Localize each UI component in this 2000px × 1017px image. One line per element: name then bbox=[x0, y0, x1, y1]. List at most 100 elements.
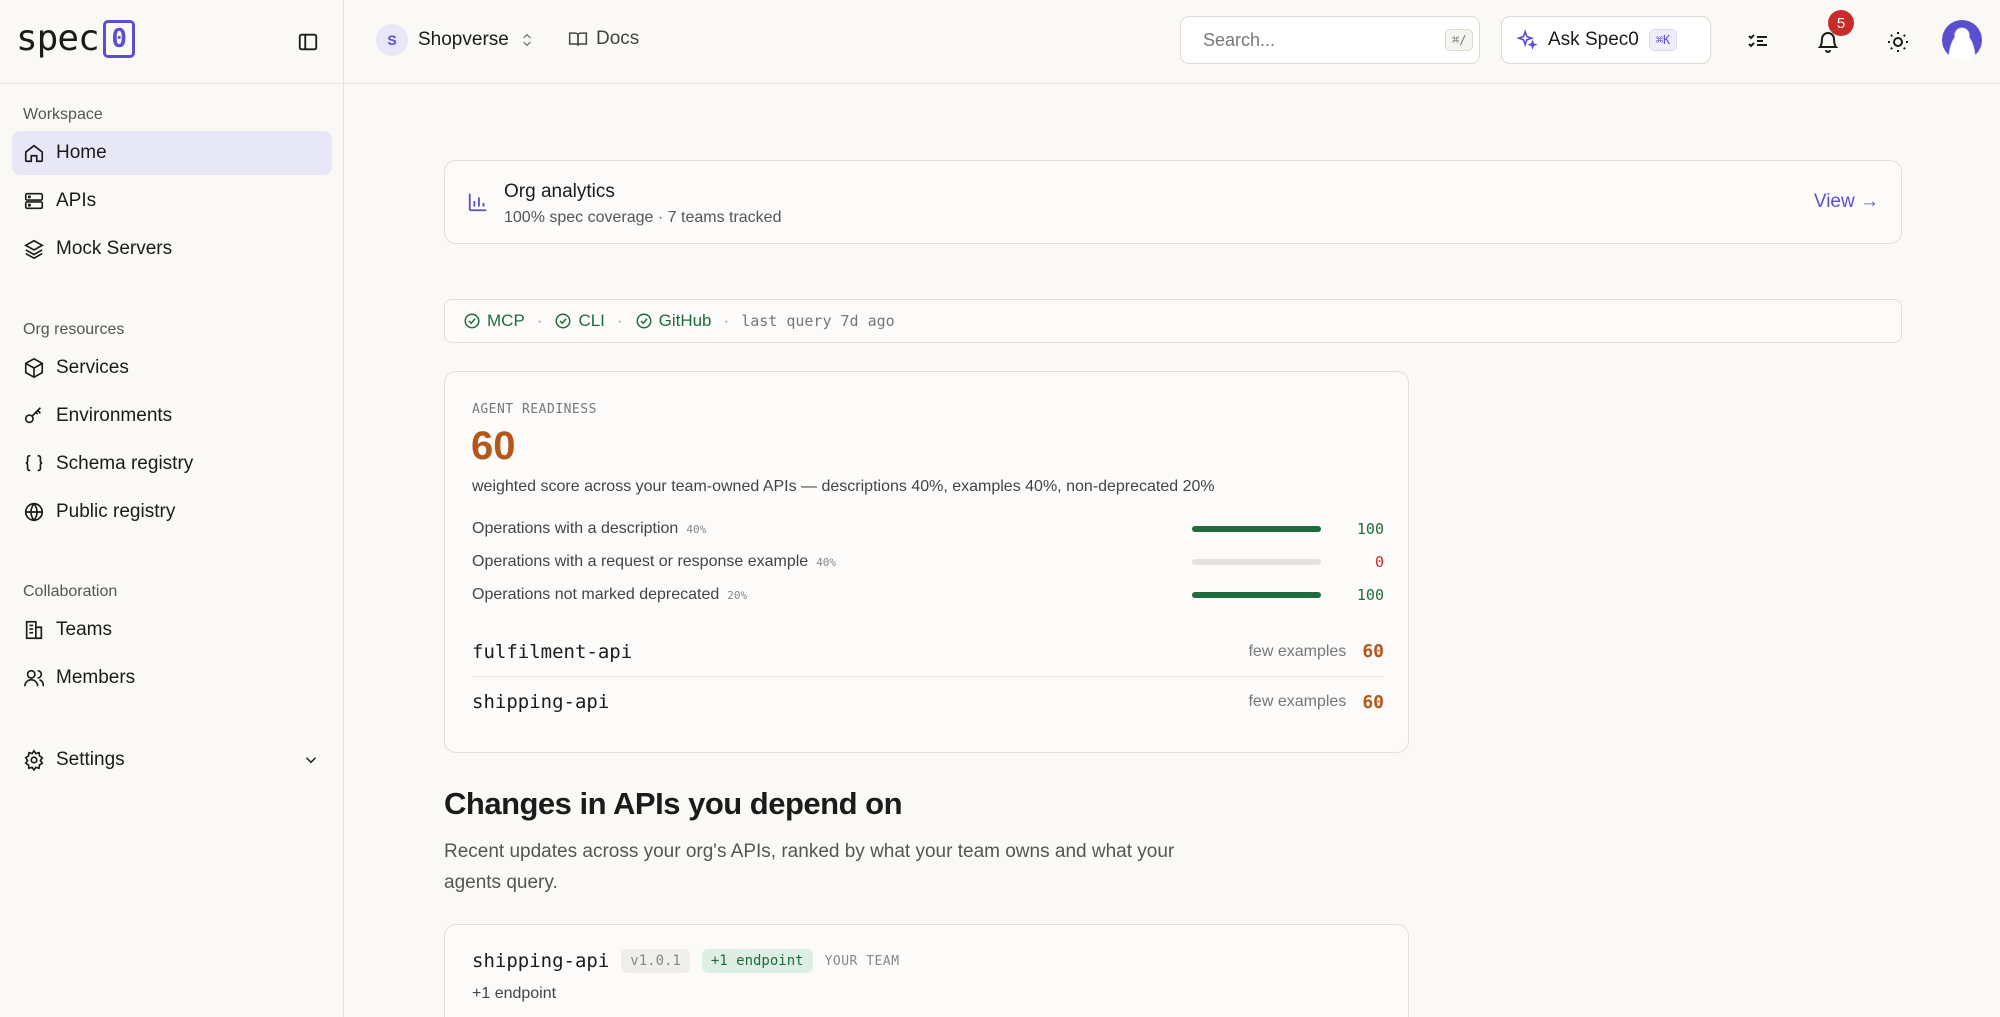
sidebar-item-apis[interactable]: APIs bbox=[12, 179, 332, 223]
collaboration-section: Collaboration Teams Members bbox=[12, 580, 332, 700]
metric-weight: 20% bbox=[727, 588, 748, 602]
api-note: few examples bbox=[1248, 642, 1347, 660]
ask-spec0-button[interactable]: Ask Spec0 ⌘K bbox=[1501, 16, 1711, 64]
separator-dot: · bbox=[616, 311, 623, 330]
metric-label: Operations not marked deprecated bbox=[472, 586, 720, 603]
metric-progress-bar bbox=[1192, 559, 1321, 565]
checklist-icon bbox=[1748, 34, 1767, 48]
sidebar-item-home[interactable]: Home bbox=[12, 131, 332, 175]
agent-readiness-score: 60 bbox=[471, 424, 516, 468]
integration-github[interactable]: GitHub bbox=[635, 311, 712, 331]
change-delta-badge: +1 endpoint bbox=[701, 949, 813, 973]
sidebar-item-label: Schema registry bbox=[56, 453, 194, 474]
tasks-button[interactable] bbox=[1740, 24, 1776, 60]
metric-progress-fill bbox=[1192, 592, 1321, 598]
sidebar-item-schema-registry[interactable]: Schema registry bbox=[12, 442, 332, 486]
notifications-button[interactable]: 5 bbox=[1810, 10, 1854, 60]
sidebar: spec 0 Workspace Home APIs Mock Servers … bbox=[0, 0, 344, 1017]
logo-mark: 0 bbox=[102, 19, 135, 58]
org-analytics-view-link[interactable]: View → bbox=[1814, 191, 1879, 213]
ask-shortcut: ⌘K bbox=[1648, 29, 1678, 51]
sidebar-item-environments[interactable]: Environments bbox=[12, 394, 332, 438]
api-change-header: shipping-api v1.0.1 +1 endpoint YOUR TEA… bbox=[472, 949, 900, 973]
integration-mcp[interactable]: MCP bbox=[463, 311, 525, 331]
owner-tag: YOUR TEAM bbox=[824, 953, 900, 969]
integration-label: MCP bbox=[487, 311, 525, 330]
metric-row: Operations with a request or response ex… bbox=[472, 551, 1384, 573]
metric-progress-fill bbox=[1192, 526, 1321, 532]
search-input[interactable] bbox=[1203, 29, 1435, 51]
sidebar-panel-icon bbox=[298, 33, 318, 51]
sidebar-toggle-button[interactable] bbox=[294, 28, 322, 56]
separator-dot: · bbox=[536, 311, 543, 330]
sidebar-item-members[interactable]: Members bbox=[12, 656, 332, 700]
sidebar-item-label: Members bbox=[56, 667, 136, 688]
theme-toggle-button[interactable] bbox=[1880, 24, 1916, 60]
api-score: 60 bbox=[1362, 641, 1384, 662]
globe-icon bbox=[24, 502, 44, 522]
building-icon bbox=[25, 620, 43, 640]
sidebar-item-public-registry[interactable]: Public registry bbox=[12, 490, 332, 534]
metric-label: Operations with a request or response ex… bbox=[472, 553, 809, 570]
chevron-up-down-icon bbox=[523, 33, 531, 47]
org-resources-section: Org resources Services Environments Sche… bbox=[12, 318, 332, 534]
org-switcher[interactable]: S Shopverse bbox=[376, 24, 535, 56]
chevron-down-icon bbox=[305, 757, 317, 764]
spec0-logo[interactable]: spec 0 bbox=[16, 18, 135, 59]
search-shortcut: ⌘/ bbox=[1445, 29, 1474, 51]
sun-icon bbox=[1888, 32, 1908, 52]
changes-section-description: Recent updates across your org's APIs, r… bbox=[444, 841, 1175, 893]
book-icon bbox=[568, 32, 588, 46]
sidebar-item-settings[interactable]: Settings bbox=[12, 738, 332, 782]
api-readiness-row[interactable]: fulfilment-api few examples 60 bbox=[472, 627, 1384, 677]
user-avatar[interactable] bbox=[1942, 20, 1982, 60]
sidebar-item-label: Settings bbox=[56, 749, 125, 770]
server-icon bbox=[24, 192, 44, 210]
org-analytics-title: Org analytics bbox=[504, 181, 615, 202]
check-circle-icon bbox=[464, 313, 480, 329]
api-change-summary: +1 endpoint bbox=[472, 985, 557, 1002]
org-name: Shopverse bbox=[418, 29, 509, 50]
sidebar-item-label: APIs bbox=[56, 190, 97, 211]
api-score: 60 bbox=[1362, 691, 1384, 713]
metric-row: Operations with a description 40% 100 bbox=[472, 518, 1384, 540]
integration-label: GitHub bbox=[658, 311, 712, 330]
metric-label: Operations with a description bbox=[472, 520, 679, 537]
docs-link[interactable]: Docs bbox=[568, 28, 639, 50]
sidebar-item-label: Environments bbox=[56, 405, 173, 426]
workspace-heading: Workspace bbox=[23, 106, 103, 123]
sidebar-item-label: Mock Servers bbox=[56, 238, 173, 259]
check-circle-icon bbox=[555, 313, 571, 329]
agent-readiness-description: weighted score across your team-owned AP… bbox=[472, 478, 1215, 495]
gear-icon bbox=[24, 749, 44, 771]
search-box[interactable]: ⌘/ bbox=[1180, 16, 1480, 64]
metric-value: 100 bbox=[1356, 586, 1384, 604]
sidebar-item-teams[interactable]: Teams bbox=[12, 608, 332, 652]
sidebar-item-services[interactable]: Services bbox=[12, 346, 332, 390]
docs-label: Docs bbox=[596, 28, 640, 49]
key-icon bbox=[24, 407, 42, 424]
braces-icon bbox=[25, 454, 43, 472]
check-circle-icon bbox=[636, 313, 652, 329]
org-analytics-card: Org analytics 100% spec coverage · 7 tea… bbox=[444, 160, 1902, 244]
ask-spec0-label: Ask Spec0 bbox=[1548, 29, 1639, 50]
metric-row: Operations not marked deprecated 20% 100 bbox=[472, 584, 1384, 606]
brand-row: spec 0 bbox=[0, 0, 343, 84]
api-change-name: shipping-api bbox=[472, 950, 610, 972]
org-analytics-subtitle: 100% spec coverage · 7 teams tracked bbox=[504, 209, 782, 226]
integration-label: CLI bbox=[578, 311, 605, 330]
users-icon bbox=[24, 669, 45, 687]
api-readiness-row[interactable]: shipping-api few examples 60 bbox=[472, 677, 1384, 727]
sidebar-item-mock-servers[interactable]: Mock Servers bbox=[12, 227, 332, 271]
layers-icon bbox=[24, 239, 44, 260]
collaboration-heading: Collaboration bbox=[23, 583, 118, 600]
home-icon bbox=[24, 144, 44, 163]
version-badge: v1.0.1 bbox=[621, 949, 690, 973]
sidebar-item-label: Teams bbox=[56, 619, 112, 640]
api-name: fulfilment-api bbox=[472, 640, 633, 663]
settings-section: Settings bbox=[12, 734, 332, 782]
separator-dot: · bbox=[723, 311, 730, 330]
integration-cli[interactable]: CLI bbox=[554, 311, 605, 331]
api-change-card[interactable]: shipping-api v1.0.1 +1 endpoint YOUR TEA… bbox=[444, 924, 1409, 1017]
sparkles-icon bbox=[1516, 29, 1538, 50]
